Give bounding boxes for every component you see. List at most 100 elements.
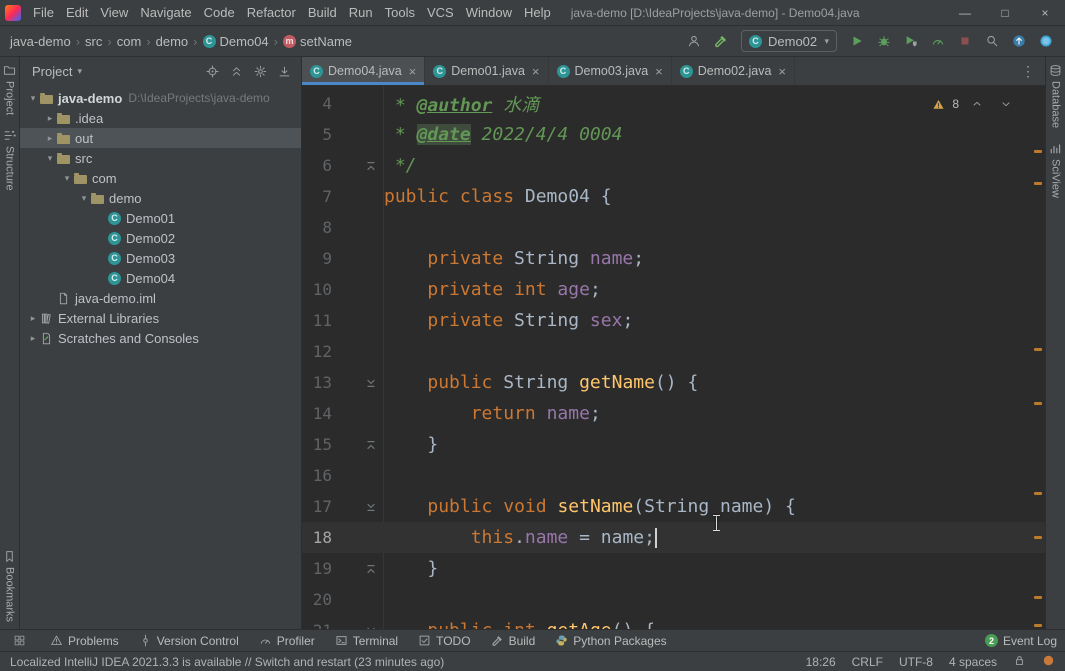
tree-item-demo02[interactable]: C Demo02 (20, 228, 301, 248)
close-tab-icon[interactable]: × (532, 64, 540, 79)
editor-tab-demo02-java[interactable]: C Demo02.java × (672, 57, 795, 85)
breadcrumb-java-demo[interactable]: java-demo (8, 34, 73, 49)
code-line[interactable]: 15 } (302, 429, 1045, 460)
menu-edit[interactable]: Edit (60, 0, 94, 25)
breadcrumb-src[interactable]: src (83, 34, 104, 49)
tree-item-demo[interactable]: ▾ demo (20, 188, 301, 208)
chevdown-button[interactable] (995, 93, 1017, 115)
fold-marker-icon[interactable] (332, 625, 384, 629)
line-number[interactable]: 9 (302, 249, 332, 268)
run-config-selector[interactable]: C Demo02 ▾ (741, 30, 837, 52)
chevup-button[interactable] (966, 93, 988, 115)
line-number[interactable]: 15 (302, 435, 332, 454)
line-number[interactable]: 17 (302, 497, 332, 516)
code-line[interactable]: 10 private int age; (302, 274, 1045, 305)
stripe-tab-sciview[interactable]: SciView (1046, 135, 1065, 205)
code-line[interactable]: 20 (302, 584, 1045, 615)
tree-item-scratches-and-consoles[interactable]: ▸ Scratches and Consoles (20, 328, 301, 348)
tree-chevron-icon[interactable]: ▾ (60, 173, 74, 184)
line-number[interactable]: 18 (302, 528, 332, 547)
tree-chevron-icon[interactable]: ▸ (43, 113, 57, 124)
line-number[interactable]: 7 (302, 187, 332, 206)
line-number[interactable]: 11 (302, 311, 332, 330)
menu-run[interactable]: Run (343, 0, 379, 25)
editor-tab-demo04-java[interactable]: C Demo04.java × (302, 57, 426, 85)
tree-item-idea[interactable]: ▸ .idea (20, 108, 301, 128)
code-line[interactable]: 14 return name; (302, 398, 1045, 429)
hide-button[interactable] (273, 60, 295, 82)
collapse-all-button[interactable] (225, 60, 247, 82)
update-button[interactable] (1008, 30, 1030, 52)
stripe-tab-bookmarks[interactable]: Bookmarks (0, 543, 19, 629)
debug-button[interactable] (873, 30, 895, 52)
toolwindow-event-log[interactable]: 2 Event Log (984, 634, 1057, 648)
stripe-tab-database[interactable]: Database (1046, 57, 1065, 135)
tree-chevron-icon[interactable]: ▾ (43, 153, 57, 164)
line-number[interactable]: 19 (302, 559, 332, 578)
toolwindow-problems[interactable]: Problems (50, 634, 119, 648)
line-number[interactable]: 14 (302, 404, 332, 423)
line-number[interactable]: 8 (302, 218, 332, 237)
stripe-tab-structure[interactable]: Structure (0, 122, 19, 198)
code-line[interactable]: 13 public String getName() { (302, 367, 1045, 398)
fold-marker-icon[interactable] (332, 501, 384, 513)
line-number[interactable]: 5 (302, 125, 332, 144)
line-number[interactable]: 12 (302, 342, 332, 361)
close-button[interactable]: × (1025, 0, 1065, 25)
code-line[interactable]: 18 this.name = name; (302, 522, 1045, 553)
switcher-button[interactable] (8, 630, 30, 652)
maximize-button[interactable]: □ (985, 0, 1025, 25)
tree-item-external-libraries[interactable]: ▸ External Libraries (20, 308, 301, 328)
minimize-button[interactable]: — (945, 0, 985, 25)
toolwindow-profiler[interactable]: Profiler (259, 634, 315, 648)
menu-navigate[interactable]: Navigate (134, 0, 197, 25)
editor-tab-demo01-java[interactable]: C Demo01.java × (425, 57, 549, 85)
line-number[interactable]: 10 (302, 280, 332, 299)
notifications-icon[interactable] (1042, 654, 1055, 670)
breadcrumb-demo04[interactable]: C Demo04 (201, 34, 271, 49)
menu-view[interactable]: View (94, 0, 134, 25)
tree-item-com[interactable]: ▾ com (20, 168, 301, 188)
fold-marker-icon[interactable] (332, 377, 384, 389)
tree-chevron-icon[interactable]: ▾ (77, 193, 91, 204)
menu-vcs[interactable]: VCS (421, 0, 460, 25)
editor-tab-demo03-java[interactable]: C Demo03.java × (549, 57, 672, 85)
toolwindow-version-control[interactable]: Version Control (139, 634, 239, 648)
fold-marker-icon[interactable] (332, 563, 384, 575)
coverage-button[interactable] (900, 30, 922, 52)
line-number[interactable]: 6 (302, 156, 332, 175)
line-number[interactable]: 16 (302, 466, 332, 485)
status-message[interactable]: Localized IntelliJ IDEA 2021.3.3 is avai… (10, 655, 444, 669)
file-encoding[interactable]: UTF-8 (899, 655, 933, 669)
code-line[interactable]: 11 private String sex; (302, 305, 1045, 336)
caret-position[interactable]: 18:26 (806, 655, 836, 669)
line-separator[interactable]: CRLF (852, 655, 883, 669)
code-line[interactable]: 16 (302, 460, 1045, 491)
line-number[interactable]: 20 (302, 590, 332, 609)
menu-help[interactable]: Help (518, 0, 557, 25)
tree-item-java-demo-iml[interactable]: java-demo.iml (20, 288, 301, 308)
breadcrumb-setname[interactable]: m setName (281, 34, 354, 49)
tree-item-demo01[interactable]: C Demo01 (20, 208, 301, 228)
settings-button[interactable] (249, 60, 271, 82)
tree-chevron-icon[interactable]: ▾ (26, 93, 40, 104)
code-line[interactable]: 7 public class Demo04 { (302, 181, 1045, 212)
menu-code[interactable]: Code (198, 0, 241, 25)
run-button[interactable] (846, 30, 868, 52)
menu-window[interactable]: Window (460, 0, 518, 25)
toolwindow-todo[interactable]: TODO (418, 634, 471, 648)
menu-tools[interactable]: Tools (379, 0, 421, 25)
tree-item-demo03[interactable]: C Demo03 (20, 248, 301, 268)
project-view-selector[interactable]: Project ▾ (32, 64, 82, 79)
code-line[interactable]: 8 (302, 212, 1045, 243)
indent-style[interactable]: 4 spaces (949, 655, 997, 669)
close-tab-icon[interactable]: × (778, 64, 786, 79)
line-number[interactable]: 4 (302, 94, 332, 113)
close-tab-icon[interactable]: × (655, 64, 663, 79)
breadcrumb-com[interactable]: com (115, 34, 144, 49)
code-line[interactable]: 19 } (302, 553, 1045, 584)
breadcrumb-demo[interactable]: demo (154, 34, 191, 49)
tab-options-icon[interactable]: ⋮ (1011, 57, 1045, 85)
code-line[interactable]: 21 public int getAge() { (302, 615, 1045, 629)
toolwindow-build[interactable]: Build (491, 634, 535, 648)
